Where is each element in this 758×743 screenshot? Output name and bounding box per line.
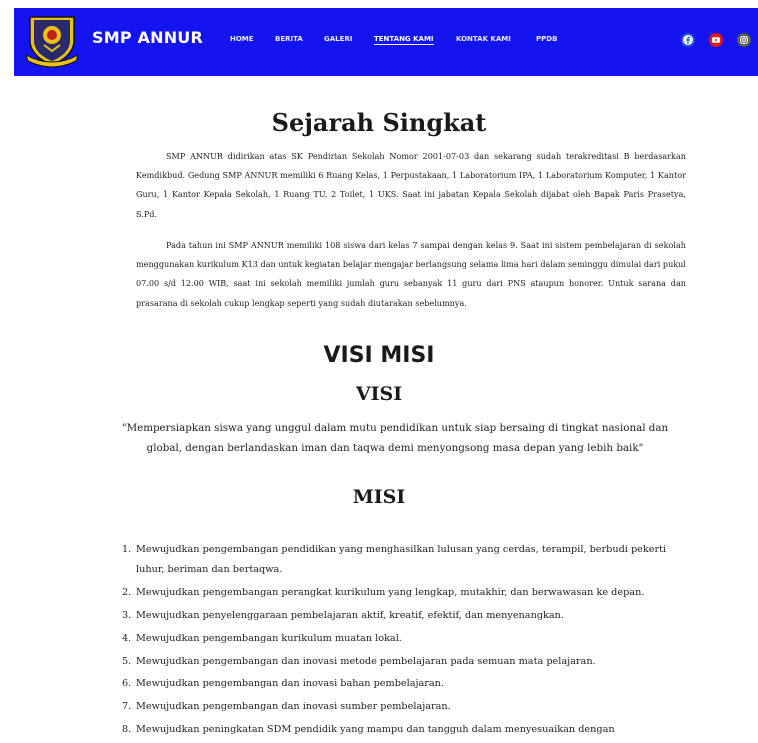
menu-galeri[interactable]: GALERI <box>324 35 352 43</box>
misi-list: 1. Mewujudkan pengembangan pendidikan yan… <box>122 540 692 743</box>
misi-text: Mewujudkan penyelenggaraan pembelajaran … <box>136 609 564 621</box>
misi-heading: MISI <box>352 486 406 508</box>
misi-number: 2. <box>122 586 132 598</box>
misi-text: Mewujudkan pengembangan pendidikan yang … <box>136 544 667 575</box>
misi-item: 6. Mewujudkan pengembangan dan inovasi ba… <box>122 674 692 694</box>
menu-tentang-kami[interactable]: TENTANG KAMI <box>374 35 434 45</box>
youtube-icon[interactable] <box>709 33 723 47</box>
sejarah-paragraph-1: SMP ANNUR didirikan atas SK Pendirian Se… <box>136 151 686 219</box>
misi-text: Mewujudkan pengembangan dan inovasi meto… <box>136 655 596 667</box>
facebook-icon[interactable] <box>681 33 695 47</box>
misi-item: 2. Mewujudkan pengembangan perangkat kuri… <box>122 583 692 603</box>
brand-name[interactable]: SMP ANNUR <box>92 28 203 47</box>
misi-number: 3. <box>122 609 132 621</box>
misi-item: 1. Mewujudkan pengembangan pendidikan yan… <box>122 540 692 580</box>
misi-item: 5. Mewujudkan pengembangan dan inovasi me… <box>122 652 692 672</box>
menu-kontak-kami[interactable]: KONTAK KAMI <box>456 35 511 43</box>
misi-text: Mewujudkan pengembangan dan inovasi sumb… <box>136 701 451 713</box>
misi-item: 8. Mewujudkan peningkatan SDM pendidik ya… <box>122 720 692 740</box>
misi-text: Mewujudkan peningkatan SDM pendidik yang… <box>136 724 615 736</box>
misi-number: 5. <box>122 655 132 667</box>
visi-text: "Mempersiapkan siswa yang unggul dalam m… <box>121 422 669 454</box>
misi-number: 4. <box>122 632 132 644</box>
misi-number: 8. <box>122 724 132 736</box>
menu-home[interactable]: HOME <box>230 35 254 43</box>
school-crest-logo[interactable] <box>22 11 82 68</box>
misi-number: 1. <box>122 544 132 555</box>
menu-berita[interactable]: BERITA <box>275 35 303 43</box>
misi-text: Mewujudkan pengembangan perangkat kuriku… <box>136 586 645 598</box>
misi-number: 7. <box>122 701 132 713</box>
sejarah-title: Sejarah Singkat <box>271 108 487 137</box>
misi-item: 4. Mewujudkan pengembangan kurikulum muat… <box>122 629 692 649</box>
visi-misi-heading: VISI MISI <box>323 343 435 368</box>
misi-item: 7. Mewujudkan pengembangan dan inovasi su… <box>122 697 692 717</box>
misi-text: Mewujudkan pengembangan kurikulum muatan… <box>136 632 402 644</box>
instagram-icon[interactable] <box>737 33 751 47</box>
sejarah-paragraph-2: Pada tahun ini SMP ANNUR memiliki 108 si… <box>136 240 686 308</box>
misi-item: 3. Mewujudkan penyelenggaraan pembelajara… <box>122 606 692 626</box>
misi-text: Mewujudkan pengembangan dan inovasi baha… <box>136 678 445 690</box>
misi-number: 6. <box>122 678 132 690</box>
visi-heading: VISI <box>355 383 403 405</box>
menu-ppdb[interactable]: PPDB <box>536 35 557 43</box>
top-navbar: SMP ANNUR HOME BERITA GALERI TENTANG KAM… <box>14 8 758 76</box>
